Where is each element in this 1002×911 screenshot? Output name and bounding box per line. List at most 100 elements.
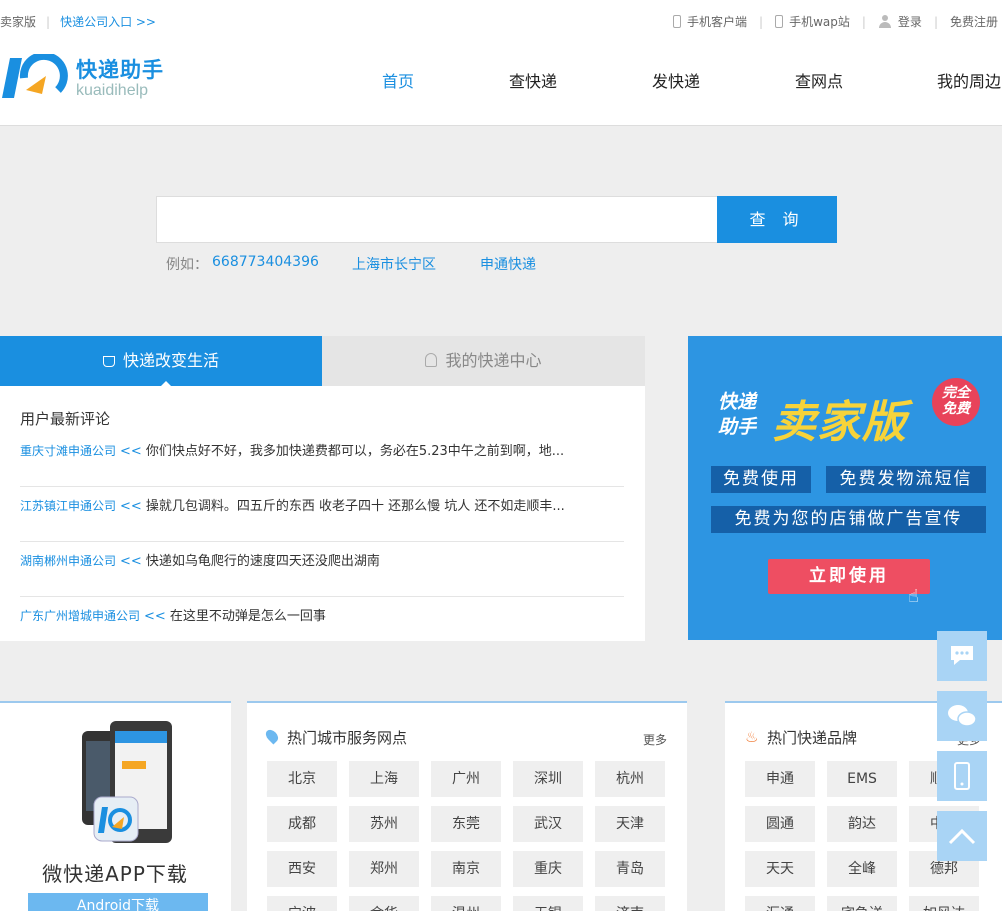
- city-cell[interactable]: 南京: [431, 851, 501, 887]
- use-now-button[interactable]: 立即使用: [768, 559, 930, 594]
- tab-life-label: 快递改变生活: [122, 351, 219, 370]
- app-download-card: 微快递APP下载 Android下载: [0, 701, 231, 911]
- brand-cell[interactable]: 全峰: [827, 851, 897, 887]
- nav-outlets[interactable]: 查网点: [795, 68, 843, 92]
- wechat-button[interactable]: [937, 691, 987, 741]
- comment-company[interactable]: 重庆寸滩申通公司: [20, 444, 116, 458]
- tab-life[interactable]: 快递改变生活: [0, 336, 322, 387]
- tab-my-center[interactable]: 我的快递中心: [322, 336, 645, 386]
- banner-chip-free-ads: 免费为您的店铺做广告宣传: [711, 506, 986, 533]
- city-cell[interactable]: 苏州: [349, 806, 419, 842]
- seller-banner[interactable]: 快递 助手 卖家版 完全 免费 免费使用 免费发物流短信 免费为您的店铺做广告宣…: [688, 336, 1002, 640]
- location-pin-icon: [263, 727, 281, 744]
- main-nav: 首页 查快递 发快递 查网点 我的周边: [0, 68, 1002, 92]
- city-cell[interactable]: 温州: [431, 896, 501, 911]
- user-icon: [878, 15, 892, 28]
- comment-company[interactable]: 江苏镇江申通公司: [20, 499, 116, 513]
- phone-icon: [673, 15, 682, 28]
- city-cell[interactable]: 宁波: [267, 896, 337, 911]
- brand-cell[interactable]: 申通: [745, 761, 815, 797]
- list-item[interactable]: 重庆寸滩申通公司 << 你们快点好不好，我多加快递费都可以，务必在5.23中午之前到…: [20, 432, 624, 487]
- cities-card: 热门城市服务网点 更多 北京 上海 广州 深圳 杭州成都 苏州 东莞 武汉 天津西安 郑州 南京 重庆…: [247, 701, 687, 911]
- comments-title: 用户最新评论: [20, 410, 111, 428]
- comment-text: 你们快点好不好，我多加快递费都可以，务必在5.23中午之前到啊，地...: [145, 444, 565, 459]
- company-entry-link[interactable]: 快递公司入口 >>: [60, 15, 156, 29]
- city-cell[interactable]: 深圳: [513, 761, 583, 797]
- list-item[interactable]: 江苏镇江申通公司 << 操就几包调料。四五斤的东西 收老子四十 还那么慢 坑人 还不…: [20, 487, 624, 542]
- banner-chip-free-sms: 免费发物流短信: [826, 466, 986, 493]
- city-cell[interactable]: 东莞: [431, 806, 501, 842]
- phone-icon: [775, 15, 784, 28]
- mobile-wap-link[interactable]: 手机wap站: [789, 13, 850, 30]
- examples-label: 例如：: [166, 257, 208, 273]
- search-input[interactable]: [156, 196, 718, 243]
- city-cell[interactable]: 北京: [267, 761, 337, 797]
- brand-cell[interactable]: 圆通: [745, 806, 815, 842]
- comment-text: 在这里不动弹是怎么一回事: [169, 609, 326, 624]
- header: 快递助手 kuaidihelp 首页 查快递 发快递 查网点 我的周边: [0, 42, 1002, 126]
- fire-icon: ♨: [745, 728, 759, 746]
- example-tracking-number[interactable]: 668773404396: [212, 254, 319, 270]
- brand-cell[interactable]: EMS: [827, 761, 897, 797]
- free-badge-line2: 免费: [942, 401, 970, 417]
- phones-image: [82, 721, 172, 843]
- comment-arrow: <<: [120, 499, 142, 514]
- example-district[interactable]: 上海市长宁区: [352, 254, 436, 274]
- chat-button[interactable]: [937, 631, 987, 681]
- city-cell[interactable]: 杭州: [595, 761, 665, 797]
- list-item[interactable]: 广东广州增城申通公司 << 在这里不动弹是怎么一回事: [20, 597, 624, 652]
- city-cell[interactable]: 济南: [595, 896, 665, 911]
- nav-nearby[interactable]: 我的周边: [937, 68, 1001, 92]
- city-cell[interactable]: 成都: [267, 806, 337, 842]
- nav-send[interactable]: 发快递: [652, 68, 700, 92]
- city-cell[interactable]: 无锡: [513, 896, 583, 911]
- mobile-button[interactable]: [937, 751, 987, 801]
- comment-company[interactable]: 湖南郴州申通公司: [20, 554, 116, 568]
- top-bar: 卖家版 | 快递公司入口 >> 手机客户端 | 手机wap站 | 登录 | 免费注册: [0, 0, 1002, 42]
- back-to-top-button[interactable]: [937, 811, 987, 861]
- nav-home[interactable]: 首页: [382, 68, 414, 92]
- example-courier[interactable]: 申通快递: [480, 254, 536, 274]
- banner-chip-free-use: 免费使用: [711, 466, 811, 493]
- cup-icon: [102, 356, 115, 367]
- city-cell[interactable]: 青岛: [595, 851, 665, 887]
- mobile-icon: [954, 762, 970, 790]
- nav-track[interactable]: 查快递: [509, 68, 557, 92]
- register-link[interactable]: 免费注册: [950, 13, 998, 30]
- free-badge-line1: 完全: [942, 385, 970, 401]
- brand-cell[interactable]: 宅急送: [827, 896, 897, 911]
- back-to-top-icon: [948, 828, 976, 845]
- search-button[interactable]: 查 询: [717, 196, 837, 243]
- free-badge: 完全 免费: [932, 378, 980, 426]
- city-cell[interactable]: 天津: [595, 806, 665, 842]
- comment-arrow: <<: [144, 609, 166, 624]
- login-link[interactable]: 登录: [898, 13, 922, 30]
- comment-company[interactable]: 广东广州增城申通公司: [20, 609, 140, 623]
- city-cell[interactable]: 武汉: [513, 806, 583, 842]
- comment-text: 操就几包调料。四五斤的东西 收老子四十 还那么慢 坑人 还不如走顺丰...: [145, 499, 565, 514]
- city-cell[interactable]: 重庆: [513, 851, 583, 887]
- brand-cell[interactable]: 天天: [745, 851, 815, 887]
- brand-cell[interactable]: 如风达: [909, 896, 979, 911]
- chat-icon: [951, 646, 973, 665]
- city-cell[interactable]: 金华: [349, 896, 419, 911]
- list-item[interactable]: 湖南郴州申通公司 << 快递如乌龟爬行的速度四天还没爬出湖南: [20, 542, 624, 597]
- brand-cell[interactable]: 韵达: [827, 806, 897, 842]
- top-bar-right: 手机客户端 | 手机wap站 | 登录 | 免费注册: [673, 13, 998, 30]
- seller-link[interactable]: 卖家版: [0, 15, 36, 29]
- comment-arrow: <<: [120, 444, 142, 459]
- city-cell[interactable]: 郑州: [349, 851, 419, 887]
- banner-brand: 快递 助手: [718, 390, 756, 440]
- city-cell[interactable]: 西安: [267, 851, 337, 887]
- cities-more-link[interactable]: 更多: [643, 731, 667, 748]
- mobile-client-link[interactable]: 手机客户端: [687, 13, 747, 30]
- brands-title: ♨ 热门快递品牌: [745, 727, 857, 748]
- cities-title-text: 热门城市服务网点: [287, 729, 408, 747]
- comment-arrow: <<: [120, 554, 142, 569]
- brand-cell[interactable]: 汇通: [745, 896, 815, 911]
- banner-brand-line2: 助手: [718, 416, 757, 438]
- hand-cursor-icon: ☝: [908, 586, 919, 607]
- city-cell[interactable]: 广州: [431, 761, 501, 797]
- city-cell[interactable]: 上海: [349, 761, 419, 797]
- android-download-button[interactable]: Android下载: [28, 893, 208, 911]
